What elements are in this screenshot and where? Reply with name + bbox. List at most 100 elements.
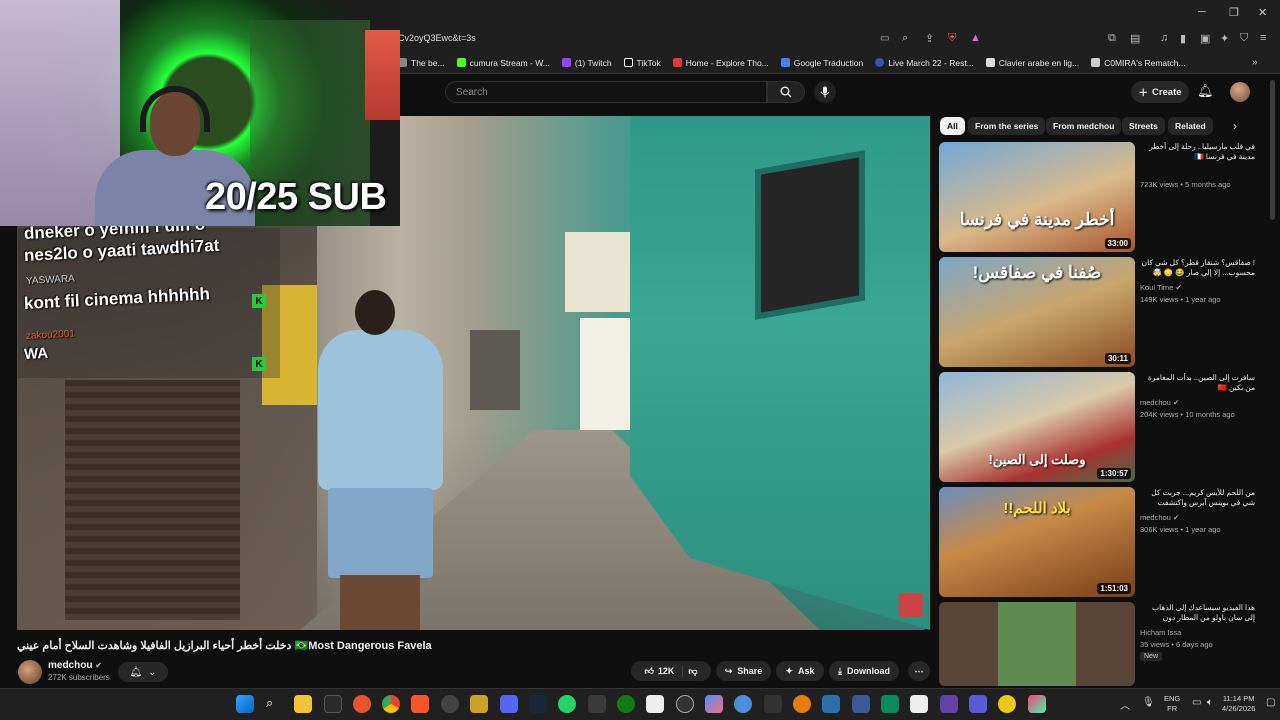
taskbar-search-icon[interactable]: ⌕ xyxy=(266,695,273,711)
bookmark-item[interactable]: Google Traduction xyxy=(780,58,863,68)
tab-search-icon[interactable]: ▤ xyxy=(1130,32,1140,45)
channel-watermark[interactable] xyxy=(899,593,923,617)
related-channel[interactable]: medchou ✔ xyxy=(1140,398,1179,407)
bookmark-item[interactable]: (1) Twitch xyxy=(561,58,612,68)
ask-button[interactable]: ✦ Ask xyxy=(776,661,824,681)
dislike-button[interactable]: 👎︎ xyxy=(688,666,697,677)
bookmark-item[interactable]: Home - Explore Tho... xyxy=(672,58,769,68)
extensions-icon[interactable]: ⧉ xyxy=(1108,32,1116,45)
brave-shield-icon[interactable]: ⛨ xyxy=(948,32,956,45)
brave-icon[interactable] xyxy=(411,695,429,713)
taskbar-app-icon[interactable] xyxy=(1028,695,1046,713)
related-title[interactable]: هذا الفيديو سيساعدك إلى الذهاب إلى سان ب… xyxy=(1140,603,1255,623)
windows-start-icon[interactable] xyxy=(236,695,254,713)
chevron-right-icon[interactable]: › xyxy=(1233,119,1237,133)
chip-from-medchou[interactable]: From medchou xyxy=(1046,117,1122,135)
search-input[interactable]: Search xyxy=(445,81,767,103)
menu-icon[interactable]: ≡ xyxy=(1260,32,1266,44)
bookmark-item[interactable]: The be... xyxy=(398,58,445,68)
download-button[interactable]: ⤓ Download xyxy=(829,661,899,681)
notification-center-icon[interactable]: ▢ xyxy=(1266,697,1275,708)
capcut-icon[interactable] xyxy=(910,695,928,713)
blender-icon[interactable] xyxy=(793,695,811,713)
taskbar-app-icon[interactable] xyxy=(734,695,752,713)
share-button[interactable]: ↪ Share xyxy=(716,661,771,681)
steam-icon[interactable] xyxy=(529,695,547,713)
channel-avatar[interactable] xyxy=(18,660,42,684)
related-thumbnail[interactable]: بلاد اللحم!! 1:51:03 xyxy=(939,487,1135,597)
minimize-icon[interactable]: ─ xyxy=(1198,6,1206,18)
related-channel[interactable]: Koul Time ✔ xyxy=(1140,283,1182,292)
create-label: Create xyxy=(1151,86,1182,98)
chip-streets[interactable]: Streets xyxy=(1122,117,1165,135)
close-icon[interactable]: ✕ xyxy=(1258,6,1267,19)
related-channel[interactable]: medchou ✔ xyxy=(1140,513,1179,522)
file-explorer-icon[interactable] xyxy=(294,695,312,713)
tray-chevron-icon[interactable]: ︿ xyxy=(1120,697,1130,712)
ai-assistant-icon[interactable]: ✦ xyxy=(1220,32,1229,45)
xbox-icon[interactable] xyxy=(617,695,635,713)
more-actions-button[interactable]: ⋯ xyxy=(908,661,930,681)
chip-from-the-series[interactable]: From the series xyxy=(968,117,1046,135)
related-title[interactable]: ! صفاقس؟ شنقار قطر؟ كل شي كان محسوب... إ… xyxy=(1140,258,1255,278)
bookmark-item[interactable]: cumura Stream - W... xyxy=(456,58,550,68)
account-avatar[interactable] xyxy=(1230,82,1250,102)
discord-icon[interactable] xyxy=(500,695,518,713)
related-thumbnail[interactable]: أخطر مدينة في فرنسا 33:00 xyxy=(939,142,1135,252)
search-button[interactable] xyxy=(767,81,805,103)
page-scrollbar[interactable] xyxy=(1270,80,1275,220)
related-channel[interactable]: Hicham Issa xyxy=(1140,628,1181,637)
related-thumbnail[interactable]: وصلت إلى الصين! 1:30:57 xyxy=(939,372,1135,482)
subscribed-notifications-button[interactable]: 🔔︎ ⌄ xyxy=(118,662,168,682)
sidebar-icon[interactable]: ▮ xyxy=(1180,32,1186,45)
calendar-icon[interactable] xyxy=(646,695,664,713)
maximize-icon[interactable]: ❐ xyxy=(1229,6,1239,19)
zoom-icon[interactable]: ⌕ xyxy=(902,32,908,45)
more-bookmarks-icon[interactable]: » xyxy=(1252,57,1258,68)
channel-name[interactable]: medchou ✔ xyxy=(48,660,102,671)
microphone-tray-icon[interactable]: 🎙︎ xyxy=(1142,697,1155,708)
related-thumbnail[interactable] xyxy=(939,602,1135,686)
brave-rewards-icon[interactable]: ▲ xyxy=(970,32,981,44)
obs-icon[interactable] xyxy=(441,695,459,713)
taskbar-app-icon[interactable] xyxy=(324,695,342,713)
screen-cast-icon[interactable]: ▭ xyxy=(880,33,889,44)
volume-icon[interactable]: 🔈︎ xyxy=(1207,697,1213,708)
taskbar-app-icon[interactable] xyxy=(852,695,870,713)
taskbar-app-icon[interactable] xyxy=(969,695,987,713)
taskbar-app-icon[interactable] xyxy=(764,695,782,713)
taskbar-app-icon[interactable] xyxy=(998,695,1016,713)
taskbar-app-icon[interactable] xyxy=(588,695,606,713)
share-page-icon[interactable]: ⇪ xyxy=(925,32,934,45)
system-clock[interactable]: 11:14 PM 4/26/2026 xyxy=(1222,694,1255,714)
vpn-icon[interactable]: ⛉ xyxy=(1240,32,1248,45)
whatsapp-icon[interactable] xyxy=(558,695,576,713)
related-title[interactable]: في قلب مارسيليا.. رحلة إلى أخطر مدينة في… xyxy=(1140,142,1255,162)
chrome-icon[interactable] xyxy=(382,695,400,713)
related-title[interactable]: سافرت إلى الصين.. بدأت المغامرة من بكين … xyxy=(1140,373,1255,393)
taskbar-app-icon[interactable] xyxy=(940,695,958,713)
language-indicator[interactable]: ENG FR xyxy=(1164,694,1180,714)
notifications-bell-icon[interactable]: 🔔︎ xyxy=(1197,83,1214,99)
related-title[interactable]: من اللحم للأيس كريم... جربت كل شي في بوي… xyxy=(1140,488,1255,508)
bookmark-item[interactable]: TikTok xyxy=(623,58,661,68)
chip-all[interactable]: All xyxy=(940,117,965,135)
bookmark-item[interactable]: Live March 22 - Rest... xyxy=(875,58,974,68)
create-button[interactable]: ＋ Create xyxy=(1131,81,1189,103)
taskbar-app-icon[interactable] xyxy=(881,695,899,713)
like-button[interactable]: 👍︎ 12K xyxy=(644,665,684,677)
network-icon[interactable]: ▭ xyxy=(1192,697,1201,708)
brave-browser-icon[interactable] xyxy=(353,695,371,713)
taskbar-app-icon[interactable] xyxy=(705,695,723,713)
speedometer-icon[interactable] xyxy=(676,695,694,713)
bookmark-item[interactable]: Clavier arabe en lig... xyxy=(985,58,1079,68)
related-thumbnail[interactable]: صُفنا في صفاقس! 30:11 xyxy=(939,257,1135,367)
bookmark-item[interactable]: C0MIRA's Rematch... xyxy=(1091,58,1186,68)
taskbar-app-icon[interactable] xyxy=(822,695,840,713)
voice-search-button[interactable] xyxy=(814,81,836,103)
url-text[interactable]: Cv2oyQ3Ewc&t=3s xyxy=(398,33,476,43)
taskbar-app-icon[interactable] xyxy=(470,695,488,713)
music-icon[interactable]: ♫ xyxy=(1160,32,1168,44)
wallet-icon[interactable]: ▣ xyxy=(1200,32,1210,45)
chip-related[interactable]: Related xyxy=(1168,117,1213,135)
